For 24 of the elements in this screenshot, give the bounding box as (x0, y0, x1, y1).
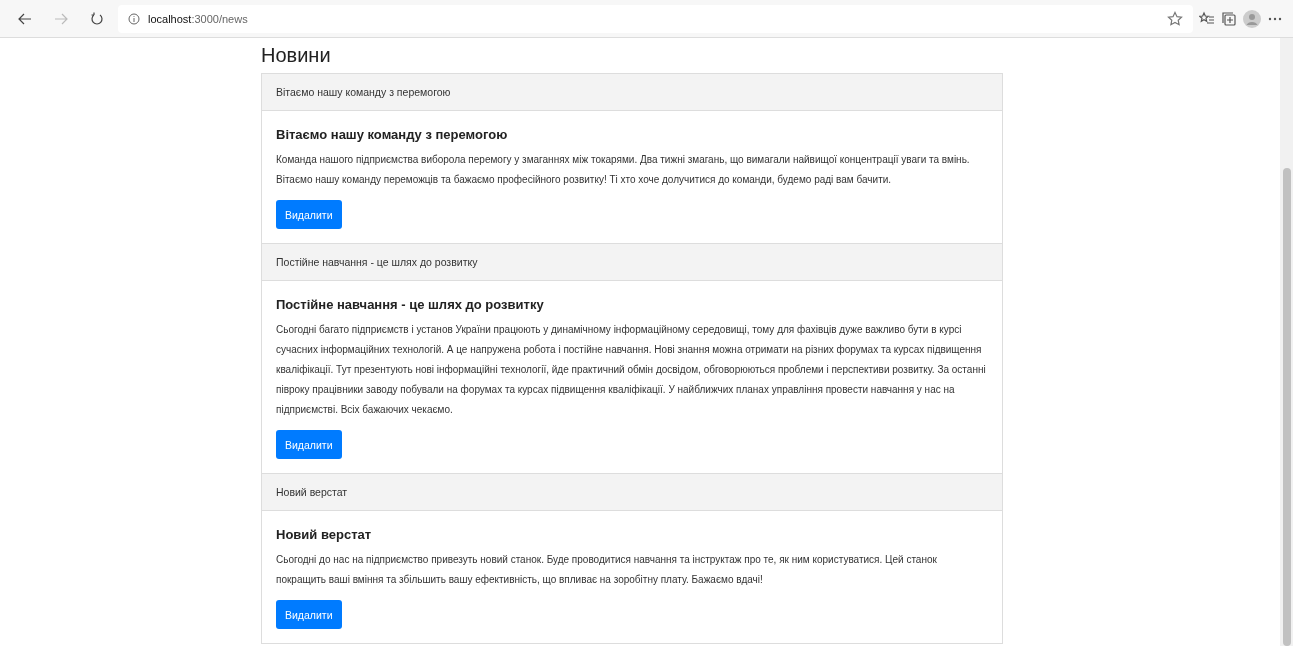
forward-arrow-icon (54, 11, 68, 26)
news-title: Постійне навчання - це шлях до розвитку (276, 297, 545, 312)
address-bar[interactable]: localhost:3000/news (118, 4, 1193, 33)
news-title: Вітаємо нашу команду з перемогою (276, 127, 509, 142)
back-arrow-icon (18, 11, 32, 26)
delete-button[interactable]: Видалити (276, 430, 342, 459)
info-icon (128, 12, 140, 25)
favorites-icon[interactable] (1199, 10, 1215, 27)
news-text: Команда нашого підприємства виборола перемогу у змаганнях між токарями. Два тижні змагань, що вимагали найвищої концентрації уваги та вмінь. Вітаємо нашу команду переможців та бажаємо професійного розвитку! Ті хто хоче долучитися до команди, будемо раді вам бачити. (276, 153, 971, 187)
card-header: Вітаємо нашу команду з перемогою (262, 74, 1002, 111)
refresh-icon (90, 11, 104, 26)
delete-button[interactable]: Видалити (276, 600, 342, 629)
card-header: Постійне навчання - це шлях до розвитку (262, 244, 1002, 281)
card-header: Новий верстат (262, 474, 1002, 511)
scrollbar-thumb[interactable] (1282, 168, 1291, 646)
star-icon[interactable] (1167, 10, 1183, 27)
page-title: Новини (261, 44, 332, 67)
scrollbar[interactable] (1280, 38, 1293, 646)
delete-button[interactable]: Видалити (276, 200, 342, 229)
news-text: Сьогодні до нас на підприємство привезуть новий станок. Буде проводитися навчання та інструктаж про те, як ним користуватися. Цей станок покращить ваші вміння та збільшить вашу ефективність, що впливає на зоробітну плату. Бажаємо вдачі! (276, 553, 938, 587)
collections-icon[interactable] (1221, 10, 1237, 27)
news-text: Сьогодні багато підприємств і установ України працюють у динамічному інформаційному середовищі, тому для фахівців дуже важливо бути в курсі сучасних інформаційних технологій. А це напружена робота і постійне навчання. Нові знання можна отримати на різних форумах та курсах підвищення кваліфікації. Тут презентують нові інформаційні технології, йде практичний обмін досвідом, обговорюються проблеми і перспективи розвитку. За останні півроку працівники заводу побували на форумах та курсах підвищення кваліфікації. У найближчих планах управління провести навчання у нас на підприємстві. Всіх бажаючих чекаємо. (276, 323, 987, 417)
profile-avatar[interactable] (1243, 9, 1261, 28)
news-title: Новий верстат (276, 527, 373, 542)
